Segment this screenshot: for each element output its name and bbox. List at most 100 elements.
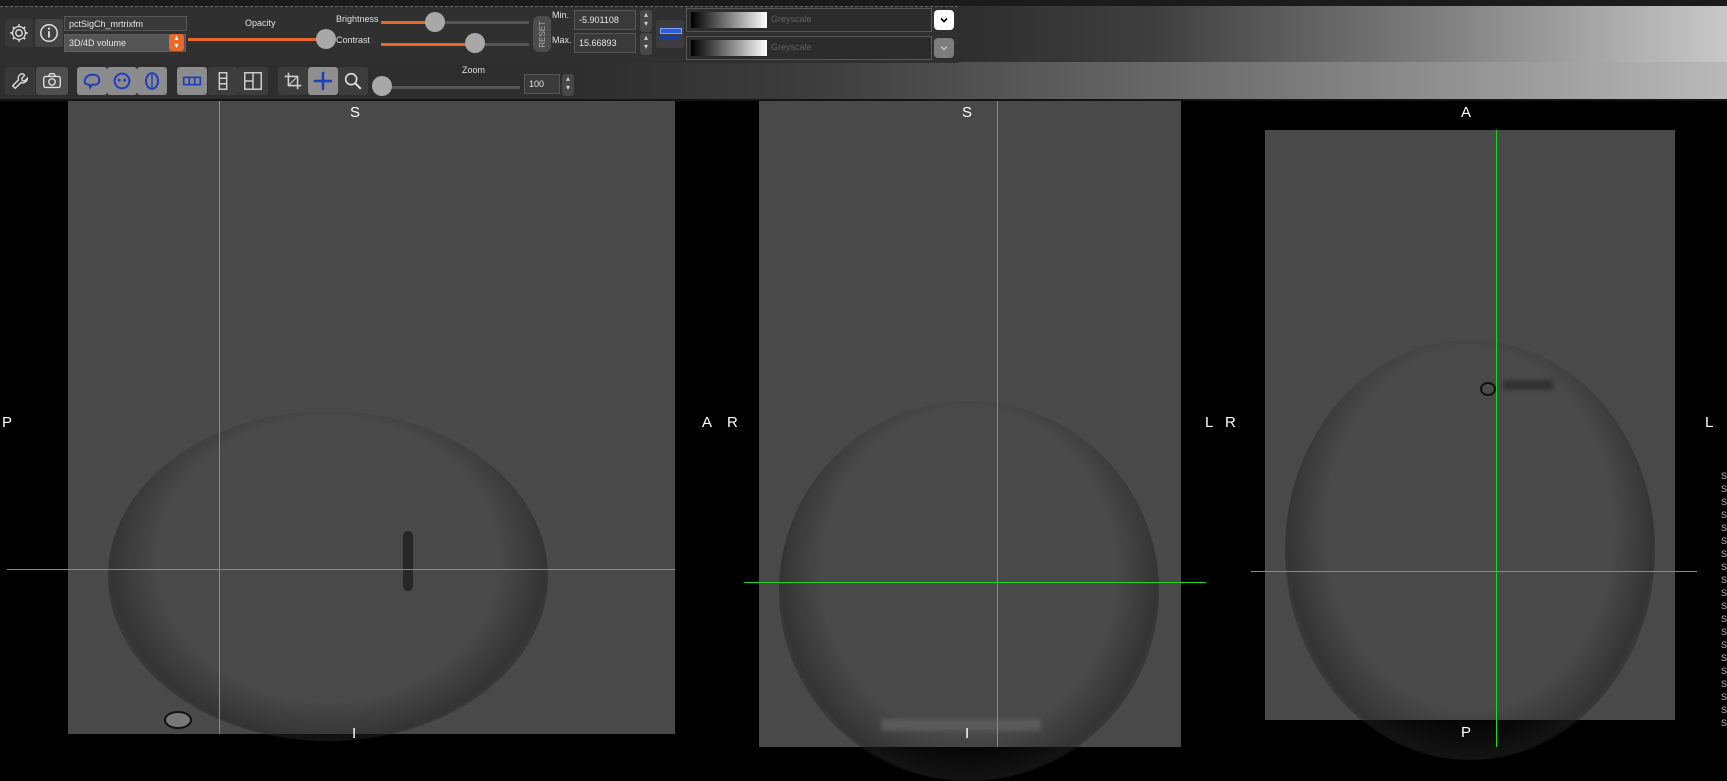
brightness-slider-knob[interactable]: [425, 12, 445, 32]
toolbar-gradient-background-lower: [575, 62, 1727, 99]
secondary-colormap-name: Greyscale: [771, 42, 812, 52]
chevron-down-icon: [940, 17, 948, 23]
right-edge-glyph: S: [1721, 497, 1727, 507]
brain-coronal-icon: [113, 72, 131, 90]
max-value-field[interactable]: 15.66893: [574, 33, 636, 53]
info-icon: [40, 24, 58, 42]
contrast-slider-knob[interactable]: [465, 33, 485, 53]
wrench-icon: [11, 72, 29, 90]
sagittal-dark-feature: [403, 531, 413, 591]
crop-button[interactable]: [278, 67, 308, 95]
axial-orient-bottom: P: [1461, 724, 1472, 741]
crop-icon: [284, 72, 302, 90]
sagittal-crosshair-horizontal: [7, 569, 675, 570]
zoom-stepper[interactable]: ▴ ▾: [562, 74, 574, 96]
max-stepper[interactable]: ▴ ▾: [640, 33, 652, 55]
right-edge-glyph: S: [1721, 666, 1727, 676]
sagittal-orient-bottom: I: [352, 725, 357, 742]
coronal-crosshair-vertical: [997, 101, 998, 747]
sagittal-orient-right: A: [702, 414, 713, 431]
tools-button[interactable]: [5, 67, 35, 95]
greyscale-gradient-swatch: [691, 12, 767, 28]
sagittal-view-button[interactable]: [77, 67, 107, 95]
min-label: Min.: [552, 10, 570, 20]
brain-sagittal-icon: [83, 73, 101, 90]
primary-colormap-field[interactable]: Greyscale: [686, 8, 932, 32]
layout-vertical-button[interactable]: [208, 67, 238, 95]
swap-bar-lower-icon: [660, 36, 680, 40]
zoom-slider-knob[interactable]: [372, 76, 392, 96]
right-edge-glyph: S: [1721, 705, 1727, 715]
opacity-slider-fill: [188, 38, 326, 41]
coronal-bright-feature: [881, 719, 1041, 731]
swap-bar-icon: [660, 28, 682, 34]
axial-view-button[interactable]: [137, 67, 167, 95]
axial-dark-feature: [1480, 382, 1496, 396]
sagittal-bright-feature: [164, 711, 192, 729]
right-edge-glyph: S: [1721, 510, 1727, 520]
volume-type-select[interactable]: 3D/4D volume: [64, 34, 186, 52]
brightness-label: Brightness: [336, 14, 379, 24]
coronal-crosshair-horizontal: [744, 582, 1206, 583]
camera-icon: [43, 72, 61, 89]
axial-crosshair-vertical: [1496, 130, 1497, 747]
chevron-down-icon-disabled: [940, 45, 948, 51]
volume-type-label: 3D/4D volume: [69, 38, 127, 48]
layout-horizontal-icon: [182, 76, 202, 86]
min-value-field[interactable]: -5.901108: [574, 10, 636, 30]
layout-horizontal-button[interactable]: [177, 67, 207, 95]
zoom-tool-button[interactable]: [338, 67, 368, 95]
settings-button[interactable]: [5, 19, 33, 47]
right-edge-glyph: S: [1721, 536, 1727, 546]
reset-button[interactable]: RESET: [533, 16, 551, 52]
contrast-label: Contrast: [336, 35, 371, 45]
sagittal-view[interactable]: [68, 101, 675, 741]
right-edge-glyph: S: [1721, 679, 1727, 689]
volume-type-dropdown-icon[interactable]: ▴ ▾: [169, 34, 184, 51]
coronal-view[interactable]: [759, 101, 1181, 781]
max-label: Max.: [552, 35, 572, 45]
sagittal-crosshair-vertical: [219, 101, 220, 734]
contrast-slider-fill: [381, 43, 475, 46]
right-edge-glyph: S: [1721, 484, 1727, 494]
screenshot-button[interactable]: [36, 67, 68, 95]
opacity-label: Opacity: [245, 18, 276, 28]
reset-label: RESET: [537, 20, 547, 48]
min-stepper[interactable]: ▴ ▾: [640, 10, 652, 32]
sagittal-orient-left: P: [2, 414, 13, 431]
right-edge-glyph: S: [1721, 640, 1727, 650]
coronal-orient-left: R: [727, 414, 738, 431]
opacity-slider-knob[interactable]: [316, 29, 336, 49]
axial-orient-right: L: [1705, 414, 1714, 431]
axial-view[interactable]: [1265, 130, 1675, 760]
coronal-view-button[interactable]: [107, 67, 137, 95]
toolbar-gradient-background: [958, 6, 1727, 62]
colormap-swap-button[interactable]: [656, 20, 684, 48]
coronal-orient-bottom: I: [965, 725, 970, 742]
layout-grid-button[interactable]: [238, 67, 268, 95]
right-edge-glyph: S: [1721, 718, 1727, 728]
coronal-orient-right: L: [1205, 414, 1214, 431]
right-edge-glyph: S: [1721, 471, 1727, 481]
crosshair-icon: [313, 71, 333, 91]
magnifier-icon: [344, 72, 362, 90]
coronal-orient-top: S: [962, 104, 973, 121]
layer-name-field[interactable]: pctSigCh_mrtrixfm: [64, 16, 187, 31]
right-edge-glyph: S: [1721, 627, 1727, 637]
gear-icon: [10, 24, 28, 42]
zoom-label: Zoom: [462, 65, 486, 75]
right-edge-glyph: S: [1721, 562, 1727, 572]
axial-crosshair-horizontal: [1251, 571, 1697, 572]
right-edge-glyph: S: [1721, 575, 1727, 585]
primary-colormap-dropdown[interactable]: [934, 10, 954, 30]
zoom-value-field[interactable]: 100: [524, 74, 560, 94]
secondary-colormap-dropdown[interactable]: [934, 38, 954, 58]
primary-colormap-name: Greyscale: [771, 14, 812, 24]
info-button[interactable]: [35, 19, 63, 47]
sagittal-brain-slice: [108, 411, 548, 741]
secondary-colormap-field[interactable]: Greyscale: [686, 36, 932, 60]
crosshair-button[interactable]: [308, 67, 338, 95]
zoom-slider-track[interactable]: [382, 86, 520, 89]
brain-axial-icon: [145, 72, 159, 90]
axial-orient-top: A: [1461, 104, 1472, 121]
